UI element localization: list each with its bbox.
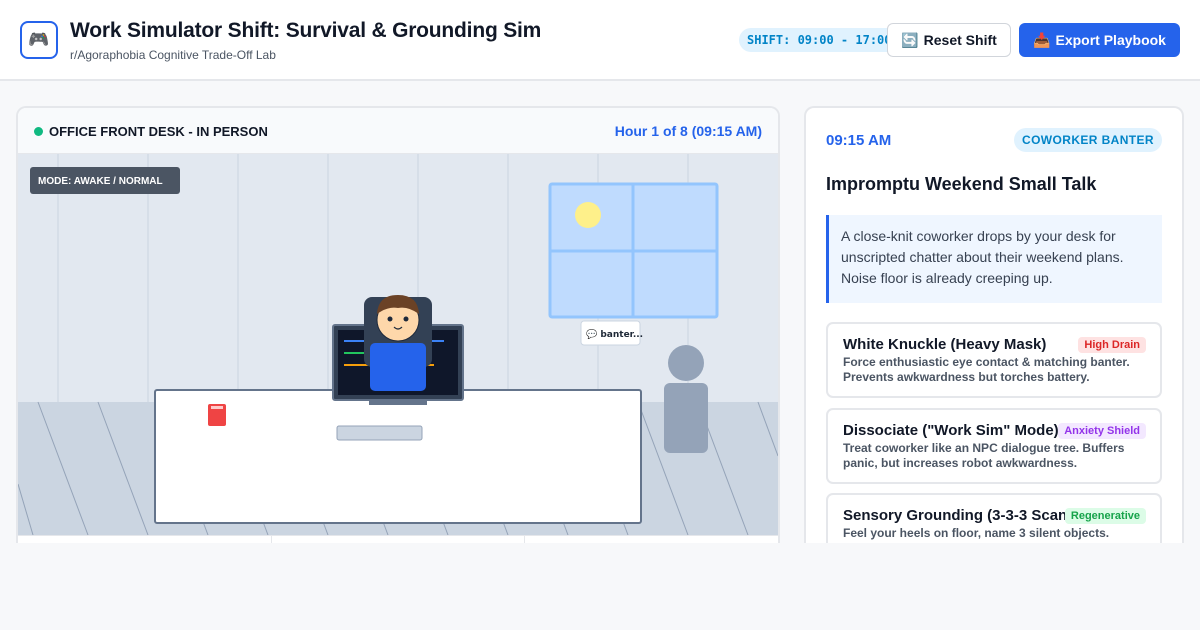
player-avatar xyxy=(364,295,432,391)
event-title: Impromptu Weekend Small Talk xyxy=(826,174,1097,194)
location-label: OFFICE FRONT DESK - IN PERSON xyxy=(49,124,268,139)
export-playbook-button[interactable]: 📥 Export Playbook xyxy=(1019,23,1180,57)
scene-panel: OFFICE FRONT DESK - IN PERSON Hour 1 of … xyxy=(16,106,780,543)
export-playbook-label: Export Playbook xyxy=(1055,32,1166,48)
scene-header: OFFICE FRONT DESK - IN PERSON Hour 1 of … xyxy=(18,108,778,154)
option-description: Treat coworker like an NPC dialogue tree… xyxy=(843,441,1125,470)
app-subtitle: r/Agoraphobia Cognitive Trade-Off Lab xyxy=(70,48,276,62)
speech-bubble: 💬 banter... xyxy=(580,320,643,346)
reset-shift-button[interactable]: 🔄 Reset Shift xyxy=(887,23,1011,57)
footer-cell xyxy=(525,536,778,543)
option-description: Feel your heels on floor, name 3 silent … xyxy=(843,526,1110,540)
red-notebook xyxy=(208,404,226,426)
option-title: Dissociate ("Work Sim" Mode) xyxy=(843,422,1059,439)
option-title: Sensory Grounding (3-3-3 Scan) xyxy=(843,507,1073,524)
keyboard xyxy=(336,425,423,441)
option-description: Force enthusiastic eye contact & matchin… xyxy=(843,355,1130,384)
app-title: Work Simulator Shift: Survival & Groundi… xyxy=(70,19,542,42)
mode-badge-text: MODE: AWAKE / NORMAL xyxy=(38,176,163,187)
option-tag: Regenerative xyxy=(1064,508,1146,524)
event-description: A close-knit coworker drops by your desk… xyxy=(826,215,1162,303)
shift-badge: SHIFT: 09:00 - 17:00 xyxy=(739,28,900,52)
option-sensory-grounding[interactable]: Sensory Grounding (3-3-3 Scan) Regenerat… xyxy=(826,493,1162,543)
status-dot xyxy=(34,127,43,136)
desk xyxy=(154,389,642,524)
option-white-knuckle[interactable]: White Knuckle (Heavy Mask) High Drain Fo… xyxy=(826,322,1162,398)
inbox-tray-icon: 📥 xyxy=(1033,31,1051,48)
option-dissociate[interactable]: Dissociate ("Work Sim" Mode) Anxiety Shi… xyxy=(826,408,1162,484)
sun xyxy=(575,202,601,228)
option-tag: High Drain xyxy=(1078,337,1146,353)
coworker-figure xyxy=(664,345,708,453)
option-tag: Anxiety Shield xyxy=(1058,423,1146,439)
event-category-badge: COWORKER BANTER xyxy=(1014,128,1162,152)
event-panel: 09:15 AM COWORKER BANTER Impromptu Weeke… xyxy=(804,106,1184,543)
mode-badge: MODE: AWAKE / NORMAL xyxy=(30,167,180,194)
scene-footer xyxy=(18,535,778,543)
event-time: 09:15 AM xyxy=(826,132,892,149)
refresh-icon: 🔄 xyxy=(901,31,919,48)
hour-indicator: Hour 1 of 8 (09:15 AM) xyxy=(614,123,762,139)
app-header: 🎮 Work Simulator Shift: Survival & Groun… xyxy=(0,0,1200,81)
footer-cell xyxy=(18,536,272,543)
footer-cell xyxy=(272,536,526,543)
window xyxy=(548,182,719,319)
speech-bubble-text: 💬 banter... xyxy=(586,328,643,340)
option-title: White Knuckle (Heavy Mask) xyxy=(843,336,1047,353)
game-controller-icon: 🎮 xyxy=(20,21,58,59)
office-scene: MODE: AWAKE / NORMAL 💬 banter... xyxy=(18,154,778,535)
reset-shift-label: Reset Shift xyxy=(923,32,997,48)
